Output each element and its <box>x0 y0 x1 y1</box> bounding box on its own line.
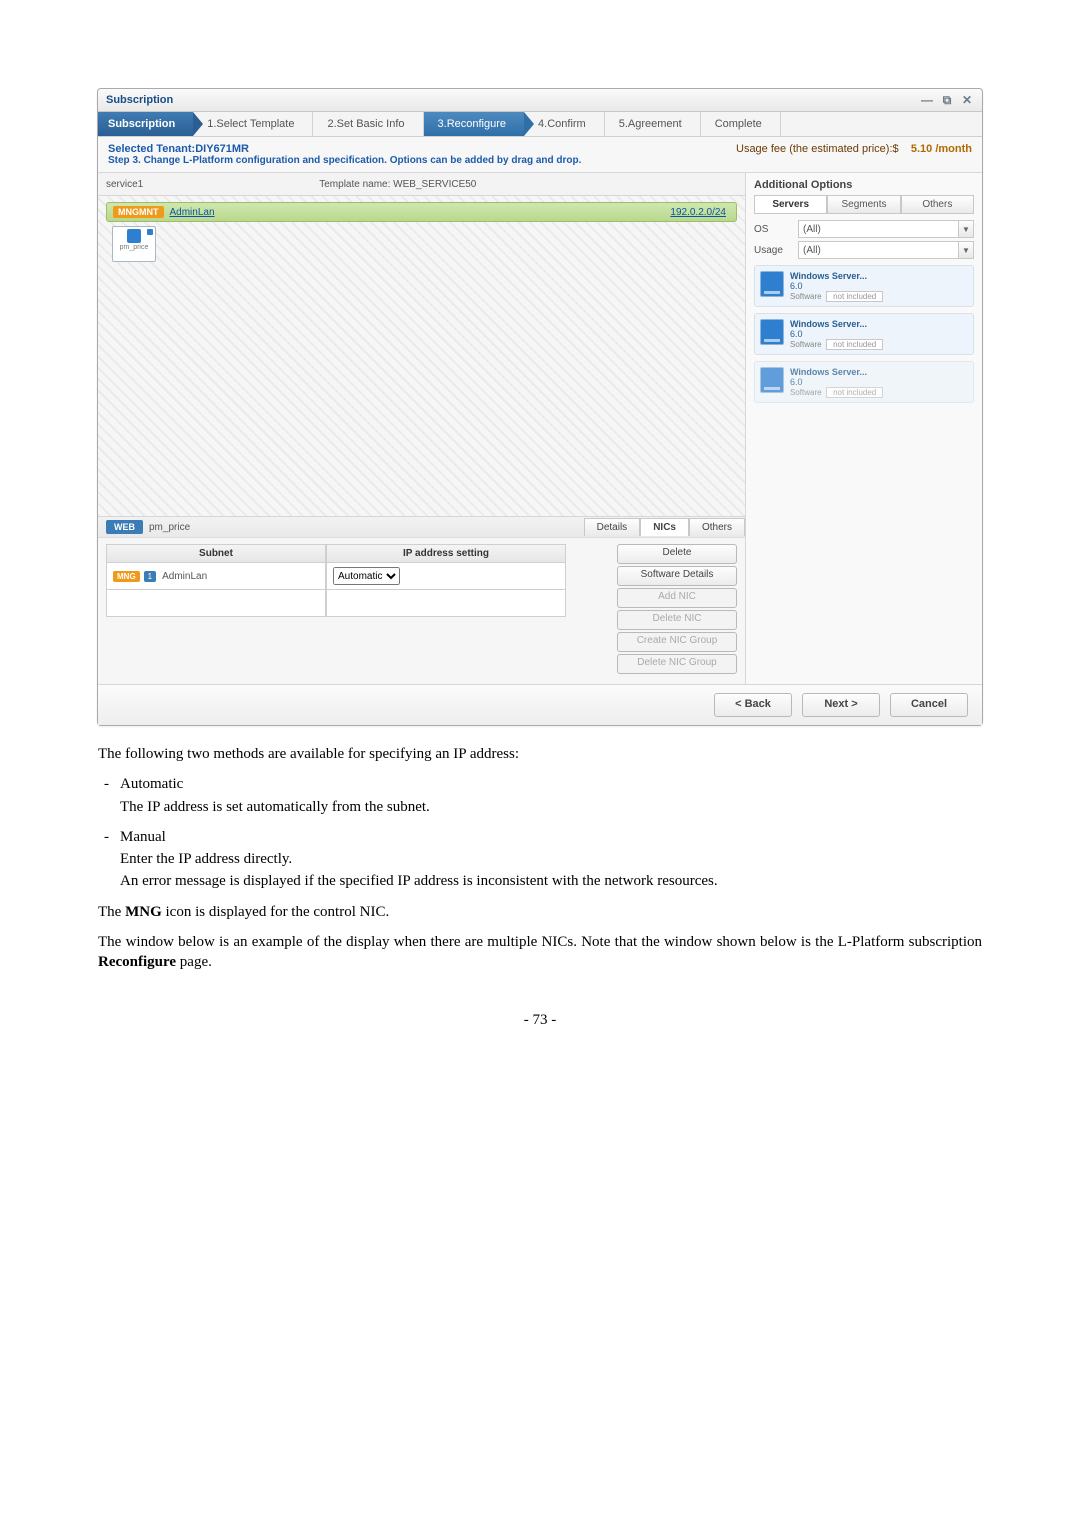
server-icon <box>760 367 784 393</box>
doc-auto-h: Automatic <box>120 776 183 792</box>
sidebar-title: Additional Options <box>754 179 974 191</box>
nic-row-empty <box>106 590 326 617</box>
usage-fee-value: 5.10 /month <box>911 143 972 155</box>
doc-man-d1: Enter the IP address directly. <box>120 849 982 869</box>
back-button[interactable]: < Back <box>714 693 792 717</box>
usage-filter-dropdown-icon[interactable]: ▼ <box>959 241 974 259</box>
server-node[interactable]: pm_price <box>112 226 156 262</box>
palette-ver: 6.0 <box>790 329 883 339</box>
os-filter-value[interactable]: (All) <box>798 220 959 238</box>
wizard-root: Subscription <box>98 112 193 136</box>
wizard-step-3[interactable]: 3.Reconfigure <box>424 112 525 136</box>
tenant-label: Selected Tenant:DIY671MR <box>108 143 581 155</box>
template-name: Template name: WEB_SERVICE50 <box>319 179 476 190</box>
palette-ver: 6.0 <box>790 281 883 291</box>
palette-server-3[interactable]: Windows Server... 6.0 Software not inclu… <box>754 361 974 403</box>
col-ip-setting: IP address setting <box>326 544 566 563</box>
delete-nic-button[interactable]: Delete NIC <box>617 610 737 630</box>
cancel-button[interactable]: Cancel <box>890 693 968 717</box>
tab-details[interactable]: Details <box>584 518 641 536</box>
sidebar-tab-segments[interactable]: Segments <box>827 195 900 214</box>
wizard-step-complete: Complete <box>701 112 781 136</box>
ip-mode-select[interactable]: Automatic <box>333 567 400 585</box>
nic-ip-empty <box>326 590 566 617</box>
doc-auto-d: The IP address is set automatically from… <box>120 797 982 817</box>
minimize-icon[interactable]: — <box>920 93 934 107</box>
server-nic-dot-icon <box>147 229 153 235</box>
os-filter-label: OS <box>754 224 798 235</box>
step-description: Step 3. Change L-Platform configuration … <box>108 155 581 166</box>
palette-name: Windows Server... <box>790 367 883 377</box>
palette-sw-label: Software <box>790 388 822 397</box>
nic-subnet-name: AdminLan <box>162 571 207 582</box>
info-bar: Selected Tenant:DIY671MR Step 3. Change … <box>98 137 982 173</box>
close-icon[interactable]: ✕ <box>960 93 974 107</box>
server-icon <box>127 229 141 243</box>
window-title: Subscription <box>106 94 173 106</box>
col-subnet: Subnet <box>106 544 326 563</box>
palette-ver: 6.0 <box>790 377 883 387</box>
palette-name: Windows Server... <box>790 319 883 329</box>
nic-row-subnet: MNG 1 AdminLan <box>106 563 326 590</box>
wizard-step-1[interactable]: 1.Select Template <box>193 112 313 136</box>
server-node-label: pm_price <box>113 244 155 251</box>
palette-sw-label: Software <box>790 340 822 349</box>
doc-man-h: Manual <box>120 829 166 845</box>
service-name: service1 <box>98 179 151 190</box>
usage-filter-label: Usage <box>754 245 798 256</box>
detach-icon[interactable]: ⧉ <box>940 93 954 107</box>
add-nic-button[interactable]: Add NIC <box>617 588 737 608</box>
footer-nav: < Back Next > Cancel <box>98 684 982 725</box>
delete-button[interactable]: Delete <box>617 544 737 564</box>
doc-man-d2: An error message is displayed if the spe… <box>120 871 982 891</box>
segment-bar[interactable]: MNGMNT AdminLan 192.0.2.0/24 <box>106 202 737 222</box>
sidebar-tab-others[interactable]: Others <box>901 195 974 214</box>
palette-sw-value: not included <box>826 339 883 350</box>
nic-panel: WEB pm_price Details NICs Others Subnet <box>98 517 745 684</box>
tab-nics[interactable]: NICs <box>640 518 689 536</box>
additional-options-panel: Additional Options Servers Segments Othe… <box>745 173 982 684</box>
wizard-step-2[interactable]: 2.Set Basic Info <box>313 112 423 136</box>
segment-name-link[interactable]: AdminLan <box>170 207 215 218</box>
doc-mng-line: The MNG icon is displayed for the contro… <box>98 902 982 922</box>
next-button[interactable]: Next > <box>802 693 880 717</box>
server-name: pm_price <box>149 522 190 533</box>
usage-fee-label: Usage fee (the estimated price):$ <box>736 143 899 155</box>
server-icon <box>760 319 784 345</box>
delete-nic-group-button[interactable]: Delete NIC Group <box>617 654 737 674</box>
page-number: - 73 - <box>0 1012 1080 1029</box>
server-type-tag: WEB <box>106 520 143 534</box>
palette-sw-label: Software <box>790 292 822 301</box>
server-icon <box>760 271 784 297</box>
software-details-button[interactable]: Software Details <box>617 566 737 586</box>
doc-body: The following two methods are available … <box>98 744 982 972</box>
os-filter-dropdown-icon[interactable]: ▼ <box>959 220 974 238</box>
wizard-step-4[interactable]: 4.Confirm <box>524 112 605 136</box>
service-header: service1 Template name: WEB_SERVICE50 <box>98 173 745 196</box>
create-nic-group-button[interactable]: Create NIC Group <box>617 632 737 652</box>
titlebar: Subscription — ⧉ ✕ <box>98 89 982 112</box>
palette-sw-value: not included <box>826 387 883 398</box>
wizard-step-5[interactable]: 5.Agreement <box>605 112 701 136</box>
palette-name: Windows Server... <box>790 271 883 281</box>
doc-win-line: The window below is an example of the di… <box>98 932 982 973</box>
palette-server-1[interactable]: Windows Server... 6.0 Software not inclu… <box>754 265 974 307</box>
palette-server-2[interactable]: Windows Server... 6.0 Software not inclu… <box>754 313 974 355</box>
subscription-window: Subscription — ⧉ ✕ Subscription 1.Select… <box>97 88 983 726</box>
sidebar-tab-servers[interactable]: Servers <box>754 195 827 214</box>
mng-chip: MNG <box>113 571 140 582</box>
nic-index: 1 <box>144 571 156 582</box>
wizard-steps: Subscription 1.Select Template 2.Set Bas… <box>98 112 982 137</box>
nic-ip-mode-cell: Automatic <box>326 563 566 590</box>
tab-others[interactable]: Others <box>689 518 745 536</box>
doc-intro: The following two methods are available … <box>98 744 982 764</box>
palette-sw-value: not included <box>826 291 883 302</box>
usage-filter-value[interactable]: (All) <box>798 241 959 259</box>
segment-ip-link[interactable]: 192.0.2.0/24 <box>670 207 726 218</box>
topology-canvas[interactable]: MNGMNT AdminLan 192.0.2.0/24 pm_price <box>98 196 745 517</box>
segment-tag: MNGMNT <box>113 206 164 218</box>
